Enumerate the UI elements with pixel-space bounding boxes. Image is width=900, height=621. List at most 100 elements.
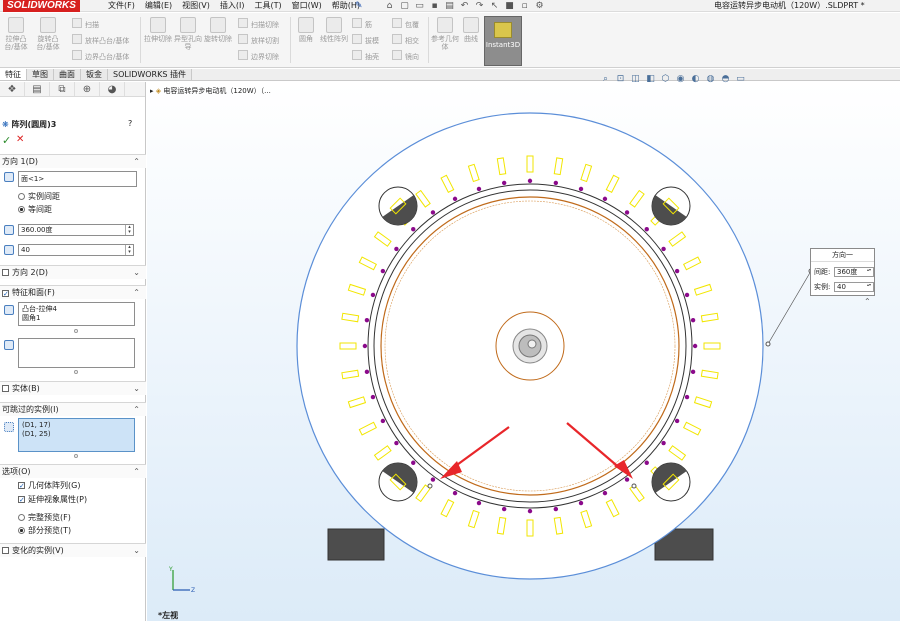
radio-equal-spacing[interactable]: 等间距: [18, 205, 52, 215]
shell-button[interactable]: 抽壳: [352, 50, 379, 61]
instant3d-button[interactable]: Instant3D: [484, 16, 522, 66]
sweep-button[interactable]: 扫描: [72, 18, 99, 29]
dimxpert-tab-icon[interactable]: ⊕: [75, 82, 100, 96]
lofted-cut-button[interactable]: 放样切割: [238, 34, 279, 45]
menu-window[interactable]: 窗口(W): [292, 0, 322, 12]
file-properties-icon[interactable]: ▫: [517, 0, 532, 12]
tab-sketch[interactable]: 草图: [27, 69, 54, 80]
tab-sheet-metal[interactable]: 钣金: [81, 69, 108, 80]
hole-wizard-button[interactable]: 异型孔向导: [173, 17, 203, 51]
extrude-boss-button[interactable]: 拉伸凸台/基体: [1, 17, 31, 51]
list-item[interactable]: 凸台-拉伸4: [22, 305, 131, 314]
options-gear-icon[interactable]: ⚙: [532, 0, 547, 12]
menu-file[interactable]: 文件(F): [108, 0, 135, 12]
ok-button[interactable]: ✓: [2, 134, 14, 147]
fillet-button[interactable]: 圆角: [291, 17, 321, 43]
menu-edit[interactable]: 编辑(E): [145, 0, 172, 12]
boundary-cut-button[interactable]: 边界切除: [238, 50, 279, 61]
vary-instance-section-header[interactable]: 变化的实例(V) ⌄: [0, 543, 146, 557]
instances-to-skip-section-header[interactable]: 可跳过的实例(I) ⌃: [0, 402, 146, 416]
radio-instance-spacing[interactable]: 实例间距: [18, 192, 60, 202]
instances-to-skip-list[interactable]: (D1, 17) (D1, 25): [18, 418, 135, 452]
tab-addins[interactable]: SOLIDWORKS 插件: [108, 69, 192, 80]
direction-reverse-icon[interactable]: [4, 172, 14, 182]
propagate-visual-checkbox[interactable]: 延伸视象属性(P): [18, 495, 87, 505]
print-icon[interactable]: ▤: [442, 0, 457, 12]
new-document-icon[interactable]: ▢: [397, 0, 412, 12]
stator-slot[interactable]: [703, 342, 721, 350]
boundary-boss-button[interactable]: 边界凸台/基体: [72, 50, 129, 61]
help-button[interactable]: ?: [128, 119, 140, 128]
callout-collapse-icon[interactable]: ⌃: [864, 297, 871, 306]
angle-spinner[interactable]: ▴ ▾: [125, 225, 133, 235]
display-manager-tab-icon[interactable]: ◕: [100, 82, 125, 96]
rebuild-icon[interactable]: ■: [502, 0, 517, 12]
cancel-button[interactable]: ✕: [16, 134, 28, 145]
features-to-pattern-list[interactable]: 凸台-拉伸4 圆角1: [18, 302, 135, 326]
stator-slot[interactable]: [339, 342, 357, 350]
tab-surfaces[interactable]: 曲面: [54, 69, 81, 80]
swept-cut-button[interactable]: 扫描切除: [238, 18, 279, 29]
draft-button[interactable]: 拔模: [352, 34, 379, 45]
vary-instance-checkbox[interactable]: [2, 547, 9, 554]
model-viewport[interactable]: [147, 82, 900, 621]
slot-marker-dot: [661, 246, 666, 252]
property-manager-tab-icon[interactable]: ▤: [25, 82, 50, 96]
direction1-face-input[interactable]: 面<1>: [18, 171, 137, 187]
radio-full-preview[interactable]: 完整预览(F): [18, 513, 71, 523]
rib-button[interactable]: 筋: [352, 18, 372, 29]
list-item[interactable]: 圆角1: [22, 314, 131, 323]
faces-to-pattern-list[interactable]: [18, 338, 135, 368]
count-spinner[interactable]: ▴ ▾: [125, 245, 133, 255]
feature-manager-tab-icon[interactable]: ❖: [0, 82, 25, 96]
pin-menu-icon[interactable]: ✎: [355, 0, 363, 12]
geometry-pattern-checkbox[interactable]: 几何体阵列(G): [18, 481, 80, 491]
list-item[interactable]: (D1, 17): [22, 421, 131, 430]
direction1-section-header[interactable]: 方向 1(D) ⌃: [0, 154, 146, 168]
linear-pattern-button[interactable]: 线性阵列: [319, 17, 349, 43]
options-section-header[interactable]: 选项(O) ⌃: [0, 464, 146, 478]
revolve-boss-button[interactable]: 旋转凸台/基体: [33, 17, 63, 51]
direction2-checkbox[interactable]: [2, 269, 9, 276]
slot-marker-dot: [644, 227, 649, 232]
select-cursor-icon[interactable]: ↖: [487, 0, 502, 12]
wrap-button[interactable]: 包覆: [392, 18, 419, 29]
skipped-instance-marker[interactable]: [427, 483, 433, 489]
instance-count-input[interactable]: 40 ▴ ▾: [18, 244, 134, 256]
bodies-checkbox[interactable]: [2, 385, 9, 392]
intersect-button[interactable]: 相交: [392, 34, 419, 45]
configuration-manager-tab-icon[interactable]: ⧉: [50, 82, 75, 96]
list-resize-grip[interactable]: [74, 454, 78, 458]
tab-features[interactable]: 特征: [0, 69, 27, 80]
curves-button[interactable]: 曲线: [456, 17, 486, 43]
skipped-instance-marker[interactable]: [631, 483, 637, 489]
list-resize-grip[interactable]: [74, 329, 78, 333]
features-faces-checkbox[interactable]: [2, 290, 9, 297]
undo-icon[interactable]: ↶: [457, 0, 472, 12]
list-item[interactable]: (D1, 25): [22, 430, 131, 439]
motor-foot-left[interactable]: [327, 528, 385, 561]
radio-partial-preview[interactable]: 部分预览(T): [18, 526, 71, 536]
redo-icon[interactable]: ↷: [472, 0, 487, 12]
callout-spacing-input[interactable]: 360度: [834, 267, 874, 277]
home-icon[interactable]: ⌂: [382, 0, 397, 12]
list-resize-grip[interactable]: [74, 370, 78, 374]
open-folder-icon[interactable]: ▭: [412, 0, 427, 12]
angle-input[interactable]: 360.00度 ▴ ▾: [18, 224, 134, 236]
mirror-button[interactable]: 镜向: [392, 50, 419, 61]
extrude-cut-button[interactable]: 拉伸切除: [143, 17, 173, 43]
revolve-cut-button[interactable]: 旋转切除: [203, 17, 233, 43]
shaft-center[interactable]: [527, 339, 537, 349]
callout-count-input[interactable]: 40: [834, 282, 874, 292]
bodies-section-header[interactable]: 实体(B) ⌄: [0, 381, 146, 395]
stator-slot[interactable]: [526, 155, 534, 173]
menu-insert[interactable]: 插入(I): [220, 0, 245, 12]
direction2-section-header[interactable]: 方向 2(D) ⌄: [0, 265, 146, 279]
direction1-callout[interactable]: 方向一 间距: 360度 实例: 40: [810, 248, 875, 296]
menu-view[interactable]: 视图(V): [182, 0, 210, 12]
loft-boss-button[interactable]: 放样凸台/基体: [72, 34, 129, 45]
stator-slot[interactable]: [526, 519, 534, 537]
menu-tools[interactable]: 工具(T): [254, 0, 281, 12]
features-faces-section-header[interactable]: 特征和面(F)⌃: [0, 285, 146, 299]
save-icon[interactable]: ▪: [427, 0, 442, 12]
